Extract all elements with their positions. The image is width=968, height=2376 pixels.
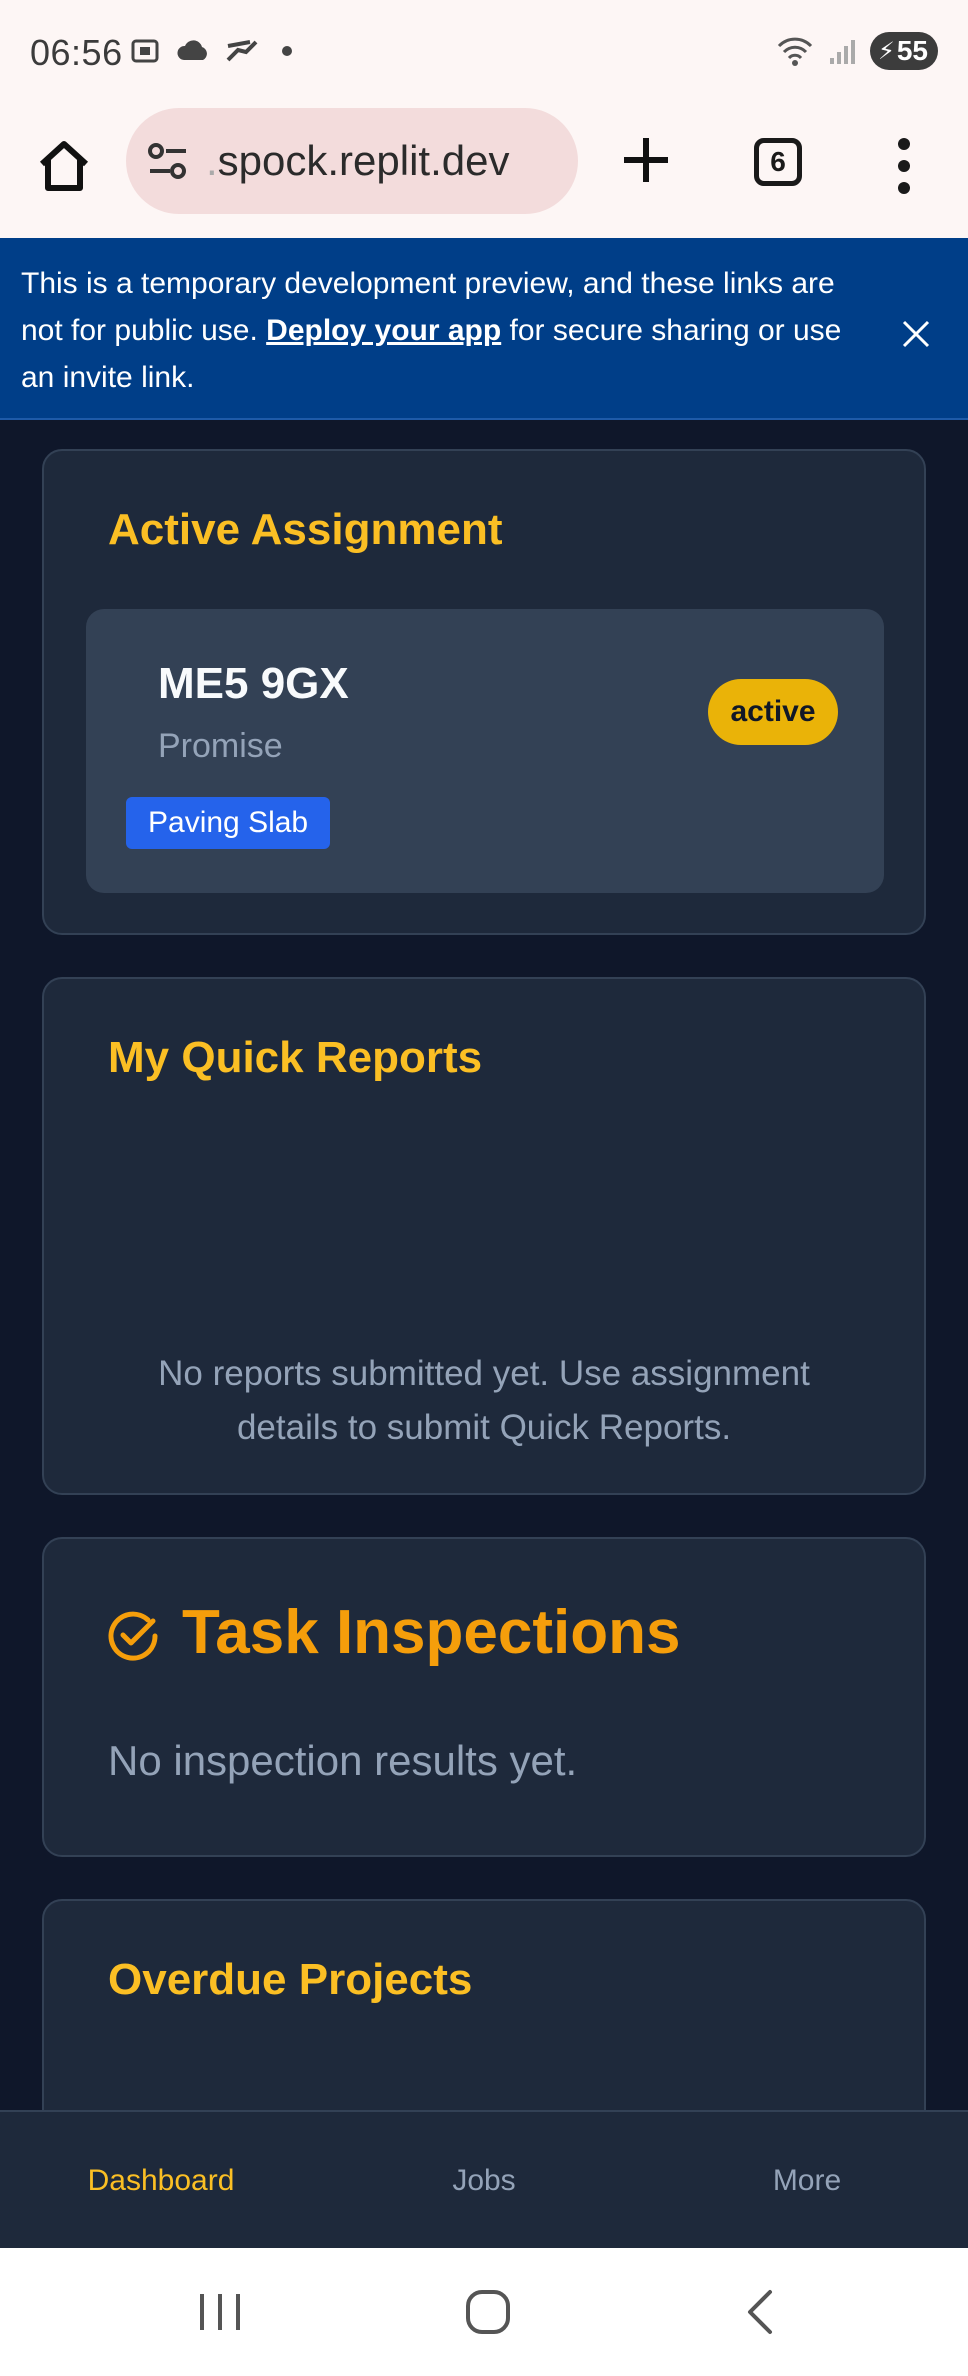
back-icon[interactable] bbox=[730, 2286, 790, 2338]
task-inspections-card: Task Inspections No inspection results y… bbox=[42, 1537, 926, 1857]
tab-switcher-button[interactable]: 6 bbox=[754, 138, 802, 186]
address-bar[interactable]: .spock.replit.dev bbox=[126, 108, 578, 214]
home-nav-icon[interactable] bbox=[458, 2286, 518, 2338]
nav-dashboard[interactable]: Dashboard bbox=[0, 2112, 322, 2250]
screenshot-icon bbox=[131, 39, 159, 63]
nav-jobs[interactable]: Jobs bbox=[322, 2112, 646, 2250]
task-inspections-empty: No inspection results yet. bbox=[108, 1737, 578, 1784]
signal-icon bbox=[829, 40, 855, 64]
recent-apps-icon[interactable] bbox=[190, 2286, 250, 2338]
task-inspections-title: Task Inspections bbox=[182, 1598, 681, 1667]
close-icon[interactable] bbox=[892, 310, 940, 358]
status-notification-icons bbox=[130, 36, 300, 66]
quick-reports-empty-line-1: No reports submitted yet. Use assignment bbox=[158, 1354, 810, 1393]
active-assignment-card: Active Assignment ME5 9GX Promise Paving… bbox=[42, 449, 926, 935]
nav-more[interactable]: More bbox=[646, 2112, 968, 2250]
assignment-type-tag: Paving Slab bbox=[126, 797, 331, 849]
assignment-code: ME5 9GX bbox=[158, 659, 349, 708]
send-icon bbox=[226, 40, 258, 62]
browser-toolbar: .spock.replit.dev 6 bbox=[0, 108, 968, 238]
dot-icon bbox=[282, 46, 292, 56]
quick-reports-empty-line-2: details to submit Quick Reports. bbox=[236, 1408, 732, 1447]
battery-indicator: ⚡ 55 bbox=[869, 32, 938, 70]
android-navigation-bar bbox=[0, 2248, 968, 2376]
status-time: 06:56 bbox=[30, 32, 123, 73]
url-text: .spock.replit.dev bbox=[206, 137, 510, 184]
deploy-app-link[interactable]: Deploy your app bbox=[266, 314, 501, 347]
battery-level: 55 bbox=[896, 35, 928, 66]
assignment-subtitle: Promise bbox=[158, 727, 283, 765]
assignment-item[interactable]: ME5 9GX Promise Paving Slab active bbox=[86, 609, 884, 893]
check-circle-icon bbox=[108, 1611, 158, 1661]
new-tab-icon[interactable] bbox=[616, 130, 676, 190]
quick-reports-title: My Quick Reports bbox=[108, 1033, 483, 1082]
active-assignment-title: Active Assignment bbox=[108, 505, 503, 554]
site-settings-icon[interactable] bbox=[146, 141, 190, 181]
status-badge: active bbox=[708, 679, 838, 745]
bottom-navigation: Dashboard Jobs More bbox=[0, 2110, 968, 2248]
quick-reports-card: My Quick Reports No reports submitted ye… bbox=[42, 977, 926, 1495]
dev-preview-banner: This is a temporary development preview,… bbox=[0, 238, 968, 420]
status-bar: 06:56 ⚡ 55 bbox=[0, 0, 968, 108]
banner-text: This is a temporary development preview,… bbox=[21, 267, 842, 394]
cloud-icon bbox=[177, 40, 207, 60]
home-icon[interactable] bbox=[34, 136, 94, 196]
status-system-icons: ⚡ 55 bbox=[776, 32, 938, 70]
browser-menu-icon[interactable] bbox=[886, 136, 922, 196]
overdue-projects-title: Overdue Projects bbox=[108, 1955, 473, 2004]
wifi-icon bbox=[777, 37, 813, 66]
charging-icon: ⚡ bbox=[877, 37, 895, 65]
